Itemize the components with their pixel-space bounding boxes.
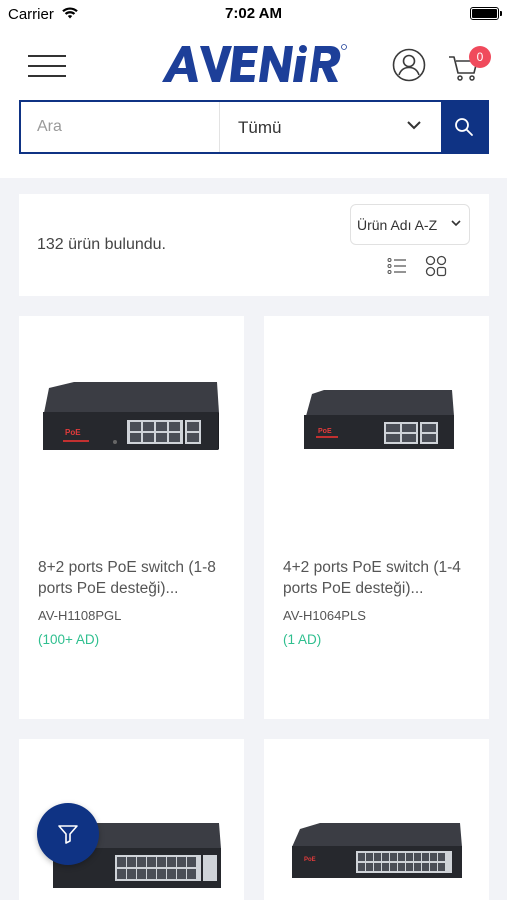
search-input[interactable] [21, 102, 219, 152]
product-stock: (1 AD) [283, 632, 322, 647]
status-bar: Carrier 7:02 AM [0, 0, 507, 28]
cart-count-badge: 0 [469, 46, 491, 68]
product-image-switch: PoE [304, 390, 454, 449]
filter-funnel-icon [58, 825, 78, 844]
sort-selected-label: Ürün Adı A-Z [357, 217, 438, 233]
grid-view-button[interactable] [425, 255, 447, 277]
category-select[interactable]: Tümü [219, 102, 441, 152]
product-image-switch: PoE [292, 823, 462, 878]
chevron-down-icon [407, 121, 421, 130]
sort-select[interactable]: Ürün Adı A-Z [350, 204, 470, 245]
avenir-logo[interactable] [160, 42, 350, 86]
search-bar: Tümü [19, 100, 489, 154]
list-view-button[interactable] [387, 256, 407, 276]
filter-button[interactable] [37, 803, 99, 865]
product-sku: AV-H1064PLS [283, 608, 366, 623]
svg-text:PoE: PoE [318, 428, 332, 435]
battery-icon [470, 7, 502, 20]
product-stock: (100+ AD) [38, 632, 100, 647]
product-image-switch: PoE [43, 382, 219, 450]
clock-time: 7:02 AM [225, 5, 282, 22]
product-card[interactable]: PoE 4+2 ports PoE switch (1-4 ports PoE … [264, 316, 489, 719]
user-circle-icon [392, 48, 426, 82]
list-view-icon [387, 258, 406, 274]
product-sku: AV-H1108PGL [38, 608, 122, 623]
app-header: 0 Tümü [0, 28, 507, 178]
results-count: 132 ürün bulundu. [37, 236, 166, 253]
product-card[interactable]: PoE [264, 739, 489, 900]
svg-text:PoE: PoE [304, 857, 316, 863]
search-icon [455, 118, 473, 136]
product-title: 8+2 ports PoE switch (1-8 ports PoE dest… [38, 559, 216, 597]
hamburger-icon [28, 55, 66, 57]
hamburger-menu-button[interactable] [28, 53, 66, 79]
svg-text:PoE: PoE [65, 428, 81, 437]
product-title: 4+2 ports PoE switch (1-4 ports PoE dest… [283, 559, 461, 597]
product-card[interactable]: PoE 8+2 ports PoE switch (1-8 ports PoE … [19, 316, 244, 719]
chevron-down-icon [451, 220, 461, 227]
results-toolbar: 132 ürün bulundu. Ürün Adı A-Z [19, 194, 489, 296]
search-button[interactable] [441, 102, 487, 152]
grid-view-icon [425, 255, 447, 277]
account-button[interactable] [392, 48, 426, 82]
category-selected-label: Tümü [238, 118, 282, 137]
